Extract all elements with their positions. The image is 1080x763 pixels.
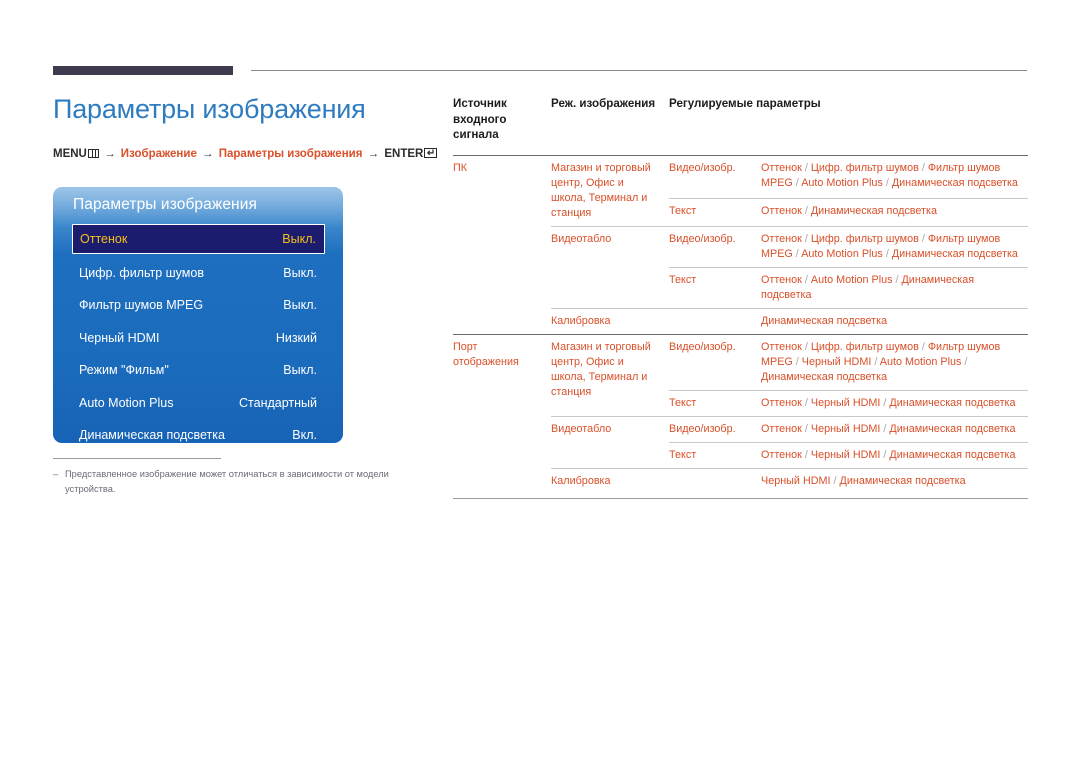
- table-row: ПК Магазин и торговый центр, Офис и школ…: [453, 154, 1028, 308]
- cell-params: Динамическая подсветка: [761, 307, 1028, 334]
- osd-item-label: Цифр. фильтр шумов: [79, 265, 204, 280]
- osd-item-digital-noise-filter[interactable]: Цифр. фильтр шумов Выкл.: [72, 259, 325, 287]
- cell-content-type: Видео/изобр.: [669, 415, 761, 442]
- footnote-dash: ‒: [53, 469, 59, 479]
- osd-item-label: Оттенок: [80, 232, 128, 246]
- breadcrumb-menu-label: MENU: [53, 148, 87, 160]
- table-bottom-rule: [453, 498, 1028, 500]
- breadcrumb-arrow-1: →: [104, 148, 116, 160]
- osd-item-value: Низкий: [275, 330, 317, 345]
- osd-item-value: Выкл.: [283, 265, 317, 280]
- cell-picture-mode: Видеотабло: [551, 225, 669, 308]
- cell-picture-mode: Магазин и торговый центр, Офис и школа, …: [551, 333, 669, 416]
- breadcrumb: MENU → Изображение → Параметры изображен…: [53, 146, 443, 162]
- osd-item-label: Auto Motion Plus: [79, 395, 174, 410]
- cell-params: Оттенок / Черный HDMI / Динамическая под…: [761, 441, 1028, 468]
- header-accent-bar: [53, 66, 233, 75]
- osd-item-label: Фильтр шумов MPEG: [79, 298, 204, 312]
- osd-item-label: Режим "Фильм": [79, 363, 169, 377]
- cell-input-source: Порт отображения: [453, 333, 551, 468]
- header-hairline: [251, 70, 1027, 71]
- osd-panel-title: Параметры изображения: [73, 196, 257, 213]
- cell-content-type: [669, 467, 761, 494]
- table-body: ПК Магазин и торговый центр, Офис и школ…: [453, 154, 1028, 494]
- osd-panel: Параметры изображения Оттенок Выкл. Цифр…: [53, 187, 343, 443]
- osd-item-hdmi-black-level[interactable]: Черный HDMI Низкий: [72, 324, 325, 352]
- breadcrumb-item-picture-options[interactable]: Параметры изображения: [219, 148, 363, 160]
- osd-item-value: Вкл.: [292, 428, 317, 442]
- cell-content-type: Видео/изобр.: [669, 225, 761, 267]
- cell-input-source: [453, 468, 551, 494]
- table-header-row: Источник входного сигнала Реж. изображен…: [453, 96, 1028, 155]
- th-input-source: Источник входного сигнала: [453, 97, 507, 141]
- cell-content-type: Видео/изобр.: [669, 154, 761, 199]
- cell-params: Оттенок / Цифр. фильтр шумов / Фильтр шу…: [761, 225, 1028, 267]
- left-column: Параметры изображения MENU → Изображение…: [53, 92, 443, 162]
- osd-menu-list: Оттенок Выкл. Цифр. фильтр шумов Выкл. Ф…: [53, 224, 343, 443]
- footnote-divider: [53, 458, 221, 459]
- cell-content-type: Текст: [669, 197, 761, 226]
- osd-item-mpeg-noise-filter[interactable]: Фильтр шумов MPEG Выкл.: [72, 291, 325, 319]
- cell-params: Оттенок / Цифр. фильтр шумов / Фильтр шу…: [761, 333, 1028, 390]
- cell-content-type: Текст: [669, 389, 761, 416]
- breadcrumb-item-image[interactable]: Изображение: [121, 148, 197, 160]
- osd-item-value: Выкл.: [283, 298, 317, 312]
- table-row: Калибровка Динамическая подсветка: [453, 307, 1028, 334]
- cell-params: Оттенок / Черный HDMI / Динамическая под…: [761, 389, 1028, 416]
- table-head: Источник входного сигнала Реж. изображен…: [453, 96, 1028, 155]
- cell-content-type: Видео/изобр.: [669, 333, 761, 390]
- th-picture-mode: Реж. изображения: [551, 97, 656, 110]
- osd-item-auto-motion-plus[interactable]: Auto Motion Plus Стандартный: [72, 389, 325, 417]
- cell-params: Оттенок / Динамическая подсветка: [761, 197, 1028, 226]
- breadcrumb-arrow-2: →: [202, 148, 214, 160]
- osd-item-value: Выкл.: [283, 363, 317, 377]
- cell-input-source: [453, 308, 551, 334]
- osd-item-dynamic-backlight[interactable]: Динамическая подсветка Вкл.: [72, 421, 325, 443]
- enter-key-icon: ↵: [424, 148, 438, 159]
- table-row: Порт отображения Магазин и торговый цент…: [453, 333, 1028, 468]
- cell-picture-mode: Видеотабло: [551, 415, 669, 468]
- cell-input-source: ПК: [453, 154, 551, 308]
- menu-icon: [87, 149, 99, 158]
- osd-item-tint[interactable]: Оттенок Выкл.: [72, 224, 325, 254]
- osd-item-label: Черный HDMI: [79, 330, 160, 345]
- th-adjustable-params: Регулируемые параметры: [669, 97, 821, 110]
- cell-params: Черный HDMI / Динамическая подсветка: [761, 467, 1028, 494]
- cell-params: Оттенок / Auto Motion Plus / Динамическа…: [761, 266, 1028, 308]
- cell-picture-mode: Магазин и торговый центр, Офис и школа, …: [551, 154, 669, 226]
- cell-content-type: Текст: [669, 441, 761, 468]
- cell-params: Оттенок / Черный HDMI / Динамическая под…: [761, 415, 1028, 442]
- table-row: Калибровка Черный HDMI / Динамическая по…: [453, 467, 1028, 494]
- cell-params: Оттенок / Цифр. фильтр шумов / Фильтр шу…: [761, 154, 1028, 199]
- breadcrumb-arrow-3: →: [367, 148, 380, 160]
- picture-options-table: Источник входного сигнала Реж. изображен…: [453, 96, 1028, 494]
- footnote-text: Представленное изображение может отличат…: [65, 469, 389, 494]
- breadcrumb-enter-label: ENTER: [384, 148, 424, 160]
- osd-item-value: Стандартный: [239, 395, 317, 410]
- cell-picture-mode: Калибровка: [551, 307, 669, 334]
- osd-item-value: Выкл.: [282, 232, 316, 246]
- page-title: Параметры изображения: [53, 94, 366, 124]
- footnote: ‒ Представленное изображение может отлич…: [53, 467, 433, 497]
- osd-item-label: Динамическая подсветка: [79, 428, 225, 442]
- cell-content-type: Текст: [669, 266, 761, 308]
- page-header-rules: [0, 0, 1080, 80]
- cell-content-type: [669, 307, 761, 334]
- osd-item-film-mode[interactable]: Режим "Фильм" Выкл.: [72, 356, 325, 384]
- cell-picture-mode: Калибровка: [551, 467, 669, 494]
